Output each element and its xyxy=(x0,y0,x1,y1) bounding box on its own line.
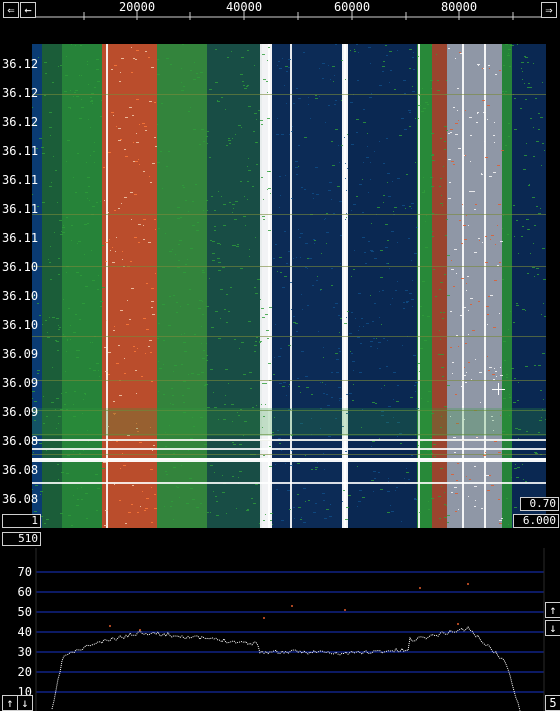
db-label: 20 xyxy=(17,665,32,679)
time-label: 36.10 xyxy=(2,318,39,332)
time-label: 36.09 xyxy=(2,405,39,419)
scale-up-button[interactable]: ↑ xyxy=(2,695,18,711)
arrow-left-icon: ⇐ xyxy=(7,3,15,17)
time-label: 36.12 xyxy=(2,115,39,129)
time-label: 36.11 xyxy=(2,144,39,158)
time-label: 36.10 xyxy=(2,289,39,303)
gain-field[interactable]: 6.000 xyxy=(513,514,559,528)
arrow-right-icon: ⇒ xyxy=(545,3,553,17)
freq-tick-label: 80000 xyxy=(440,0,478,14)
time-label: 36.12 xyxy=(2,57,39,71)
spectrum-average-field[interactable]: 510 xyxy=(2,532,41,546)
arrow-down-icon: ↓ xyxy=(21,696,29,710)
time-label: 36.09 xyxy=(2,347,39,361)
time-label: 36.08 xyxy=(2,463,39,477)
db-label: 40 xyxy=(17,625,32,639)
time-label: 36.11 xyxy=(2,231,39,245)
arrow-up-icon: ↑ xyxy=(6,696,14,710)
scale-value-field[interactable]: 5 xyxy=(545,695,560,711)
time-label: 36.11 xyxy=(2,202,39,216)
time-label: 36.08 xyxy=(2,492,39,506)
db-label: 60 xyxy=(17,585,32,599)
time-label: 36.08 xyxy=(2,434,39,448)
freq-tick-label: 40000 xyxy=(225,0,263,14)
time-label: 36.11 xyxy=(2,173,39,187)
time-label: 36.10 xyxy=(2,260,39,274)
db-label: 50 xyxy=(17,605,32,619)
scroll-left-fine-button[interactable]: ← xyxy=(20,2,36,18)
spectrum-display[interactable]: 70 60 50 40 30 20 10 ↑ ↓ ↑ ↓ 5 xyxy=(0,548,560,711)
scroll-left-button[interactable]: ⇐ xyxy=(3,2,19,18)
waterfall-image[interactable] xyxy=(32,44,546,528)
scale-down-button[interactable]: ↓ xyxy=(17,695,33,711)
db-label: 30 xyxy=(17,645,32,659)
arrow-up-icon: ↑ xyxy=(549,603,557,617)
contrast-field[interactable]: 0.70 xyxy=(520,497,559,511)
scroll-right-button[interactable]: ⇒ xyxy=(541,2,557,18)
db-label: 70 xyxy=(17,565,32,579)
level-down-button[interactable]: ↓ xyxy=(545,620,560,636)
waterfall-index-field[interactable]: 1 xyxy=(2,514,41,528)
freq-tick-label: 20000 xyxy=(118,0,156,14)
waterfall-display[interactable] xyxy=(32,44,546,528)
level-up-button[interactable]: ↑ xyxy=(545,602,560,618)
arrow-down-icon: ↓ xyxy=(549,621,557,635)
freq-tick-label: 60000 xyxy=(333,0,371,14)
frequency-axis: ⇐ ← ⇒ 20000 40000 60000 80000 xyxy=(0,0,560,20)
time-label: 36.09 xyxy=(2,376,39,390)
spectrum-waterfall-app: ⇐ ← ⇒ 20000 40000 60000 80000 36.12 36.1… xyxy=(0,0,560,711)
time-label: 36.12 xyxy=(2,86,39,100)
arrow-left-icon: ← xyxy=(24,3,32,17)
spectrum-plot[interactable] xyxy=(0,548,560,711)
